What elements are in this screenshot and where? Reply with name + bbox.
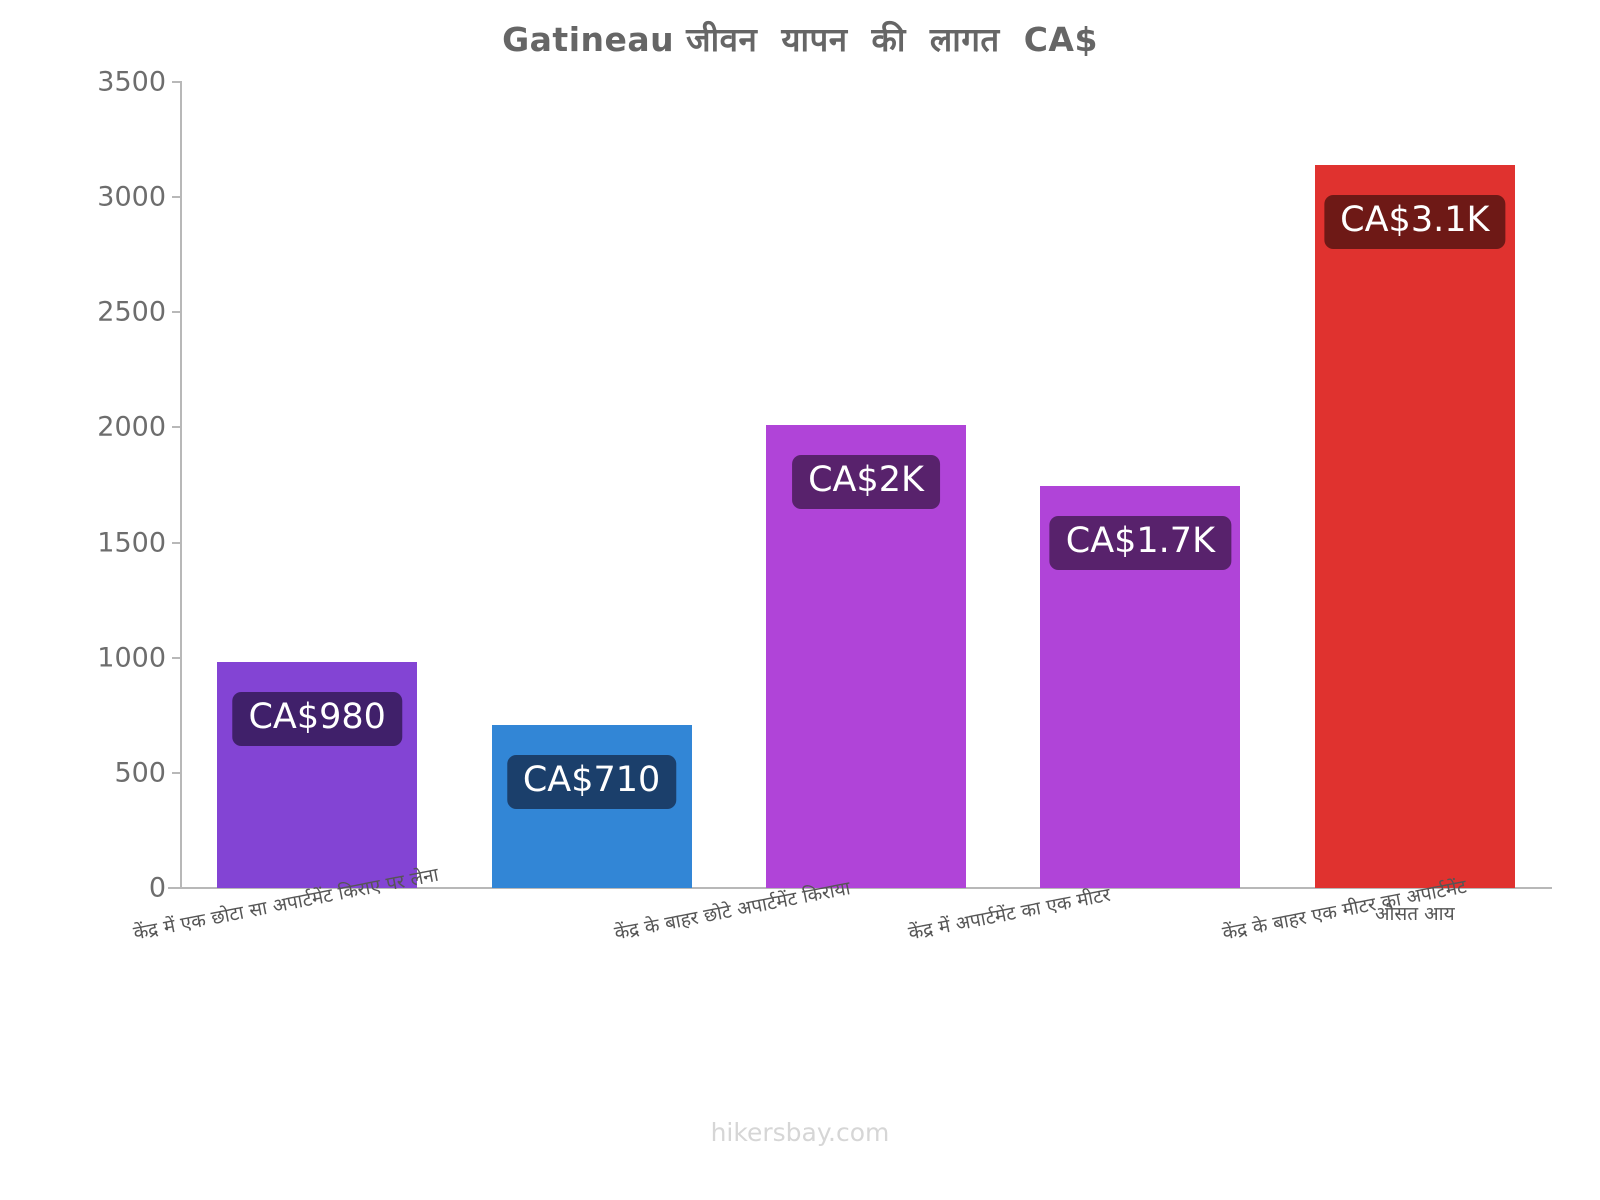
y-tick-label: 3000 (97, 181, 166, 213)
bar-value-label: CA$1.7K (1049, 516, 1232, 571)
bar[interactable]: CA$1.7K (1040, 486, 1241, 888)
bar-value-label: CA$3.1K (1324, 194, 1506, 249)
y-tick-mark (172, 426, 182, 429)
x-axis-label: औसत आय (1375, 903, 1455, 925)
y-tick-label: 2500 (97, 296, 166, 328)
y-tick-label: 1000 (97, 642, 166, 674)
y-tick-mark (172, 311, 182, 314)
page-title: Gatineau जीवन यापन की लागत CA$ (502, 20, 1098, 59)
y-axis-ticks: 0 500 1000 1500 2000 2500 3000 3500 (0, 0, 166, 1200)
y-tick-mark (172, 771, 182, 774)
bar[interactable]: CA$2K (766, 425, 966, 888)
y-tick-label: 500 (114, 757, 166, 789)
y-tick-label: 3500 (97, 66, 166, 98)
y-tick-label: 0 (148, 872, 166, 904)
chart-plot-area: CA$980 CA$710 CA$2K CA$1.7K CA$3.1K (180, 82, 1552, 888)
y-tick-mark (172, 887, 182, 889)
y-tick-label: 1500 (97, 527, 166, 559)
bar[interactable]: CA$3.1K (1314, 164, 1515, 888)
y-tick-label: 2000 (97, 411, 166, 443)
y-tick-mark (172, 656, 182, 659)
bar[interactable]: CA$980 (217, 662, 418, 888)
y-tick-mark (172, 196, 182, 199)
footer-watermark: hikersbay.com (710, 1118, 890, 1147)
bar-value-label: CA$710 (506, 754, 677, 809)
x-axis-label: केंद्र में अपार्टमेंट का एक मीटर (906, 883, 1113, 945)
bar-value-label: CA$980 (232, 692, 402, 747)
y-tick-mark (172, 81, 182, 83)
bar[interactable]: CA$710 (491, 724, 692, 888)
y-tick-mark (172, 541, 182, 544)
bar-value-label: CA$2K (792, 455, 940, 510)
